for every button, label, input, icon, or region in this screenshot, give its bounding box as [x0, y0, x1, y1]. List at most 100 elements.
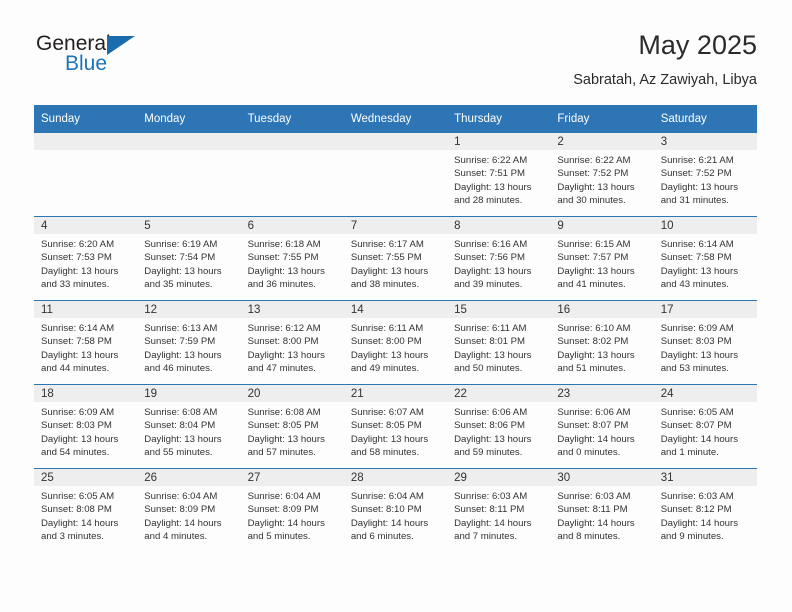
calendar-day-cell[interactable]: 8 Sunrise: 6:16 AM Sunset: 7:56 PM Daylight… — [447, 216, 551, 301]
calendar-day-cell[interactable]: 24 Sunrise: 6:05 AM Sunset: 8:07 PM Dayligh… — [653, 384, 757, 469]
calendar-day-cell[interactable]: 3 Sunrise: 6:21 AM Sunset: 7:52 PM Daylight… — [653, 133, 757, 217]
calendar-day-cell[interactable]: 22 Sunrise: 6:06 AM Sunset: 8:06 PM Dayligh… — [447, 384, 551, 469]
daylight-duration-line1: Daylight: 14 hours — [41, 517, 119, 529]
day-number: 28 — [343, 469, 448, 486]
brand-logo[interactable]: General Blue — [34, 32, 214, 88]
calendar-day-cell[interactable]: 9 Sunrise: 6:15 AM Sunset: 7:57 PM Daylight… — [550, 216, 654, 301]
daylight-duration-line1: Daylight: 14 hours — [454, 517, 532, 529]
sunrise-time: Sunrise: 6:21 AM — [660, 155, 734, 166]
calendar-day-cell[interactable]: 25 Sunrise: 6:05 AM Sunset: 8:08 PM Dayligh… — [34, 468, 138, 552]
daylight-duration-line1: Daylight: 13 hours — [144, 265, 222, 277]
calendar-day-cell[interactable]: 29 Sunrise: 6:03 AM Sunset: 8:11 PM Dayligh… — [447, 468, 551, 552]
day-number: 11 — [34, 301, 138, 318]
calendar-day-cell[interactable]: 4 Sunrise: 6:20 AM Sunset: 7:53 PM Daylight… — [34, 216, 138, 301]
daylight-duration-line1: Daylight: 13 hours — [144, 433, 222, 445]
daylight-duration-line1: Daylight: 14 hours — [557, 433, 635, 445]
sunset-time: Sunset: 8:06 PM — [454, 420, 526, 432]
day-details: Sunrise: 6:05 AM Sunset: 8:07 PM Daylight:… — [654, 402, 757, 460]
day-details: Sunrise: 6:03 AM Sunset: 8:12 PM Daylight:… — [654, 486, 757, 544]
day-details: Sunrise: 6:06 AM Sunset: 8:06 PM Daylight:… — [447, 402, 550, 460]
sunset-time: Sunset: 8:11 PM — [557, 504, 628, 516]
day-number: 4 — [34, 217, 138, 234]
daylight-duration-line2: and 53 minutes. — [660, 363, 729, 375]
day-details: Sunrise: 6:08 AM Sunset: 8:04 PM Daylight:… — [137, 402, 240, 460]
daylight-duration-line1: Daylight: 14 hours — [557, 517, 635, 529]
day-number: 29 — [447, 469, 551, 486]
calendar-day-cell[interactable]: 6 Sunrise: 6:18 AM Sunset: 7:55 PM Daylight… — [240, 216, 344, 301]
calendar-day-cell[interactable]: 16 Sunrise: 6:10 AM Sunset: 8:02 PM Dayligh… — [550, 300, 654, 385]
daylight-duration-line1: Daylight: 13 hours — [41, 265, 119, 277]
daylight-duration-line1: Daylight: 13 hours — [41, 349, 119, 361]
calendar-day-cell[interactable]: 21 Sunrise: 6:07 AM Sunset: 8:05 PM Dayligh… — [343, 384, 448, 469]
daylight-duration-line1: Daylight: 13 hours — [660, 181, 739, 193]
daylight-duration-line2: and 39 minutes. — [454, 279, 523, 291]
calendar-day-cell[interactable]: 28 Sunrise: 6:04 AM Sunset: 8:10 PM Dayligh… — [343, 468, 448, 552]
daylight-duration-line1: Daylight: 14 hours — [350, 517, 429, 529]
weekday-header-saturday: Saturday — [653, 105, 757, 133]
calendar-day-cell[interactable]: 23 Sunrise: 6:06 AM Sunset: 8:07 PM Dayligh… — [550, 384, 654, 469]
daylight-duration-line2: and 50 minutes. — [454, 363, 523, 375]
page-title: May 2025 — [638, 30, 757, 60]
calendar-day-cell[interactable]: 19 Sunrise: 6:08 AM Sunset: 8:04 PM Dayligh… — [137, 384, 241, 469]
day-details: Sunrise: 6:21 AM Sunset: 7:52 PM Daylight:… — [654, 150, 757, 208]
sunset-time: Sunset: 8:04 PM — [144, 420, 216, 432]
sunrise-time: Sunrise: 6:09 AM — [660, 323, 734, 334]
calendar-day-cell-empty — [240, 133, 344, 217]
day-details: Sunrise: 6:09 AM Sunset: 8:03 PM Daylight:… — [34, 402, 137, 460]
sunrise-time: Sunrise: 6:03 AM — [557, 491, 631, 502]
daylight-duration-line2: and 47 minutes. — [247, 363, 316, 375]
day-details: Sunrise: 6:16 AM Sunset: 7:56 PM Daylight:… — [447, 234, 550, 292]
daylight-duration-line2: and 7 minutes. — [454, 531, 518, 543]
calendar-day-cell[interactable]: 5 Sunrise: 6:19 AM Sunset: 7:54 PM Daylight… — [137, 216, 241, 301]
sunrise-time: Sunrise: 6:14 AM — [41, 323, 115, 334]
calendar-day-cell[interactable]: 30 Sunrise: 6:03 AM Sunset: 8:11 PM Dayligh… — [550, 468, 654, 552]
calendar-week-row: 25 Sunrise: 6:05 AM Sunset: 8:08 PM Dayligh… — [34, 468, 757, 552]
day-details: Sunrise: 6:20 AM Sunset: 7:53 PM Daylight:… — [34, 234, 137, 292]
calendar-day-cell[interactable]: 14 Sunrise: 6:11 AM Sunset: 8:00 PM Dayligh… — [343, 300, 448, 385]
day-number: 10 — [653, 217, 757, 234]
sunrise-time: Sunrise: 6:11 AM — [350, 323, 424, 334]
day-number — [343, 133, 448, 150]
day-number: 22 — [447, 385, 551, 402]
calendar-day-cell[interactable]: 20 Sunrise: 6:08 AM Sunset: 8:05 PM Dayligh… — [240, 384, 344, 469]
calendar-day-cell[interactable]: 15 Sunrise: 6:11 AM Sunset: 8:01 PM Dayligh… — [447, 300, 551, 385]
sunset-time: Sunset: 8:11 PM — [454, 504, 525, 516]
daylight-duration-line2: and 6 minutes. — [350, 531, 414, 543]
calendar-day-cell[interactable]: 7 Sunrise: 6:17 AM Sunset: 7:55 PM Daylight… — [343, 216, 448, 301]
day-number: 9 — [550, 217, 654, 234]
day-details: Sunrise: 6:08 AM Sunset: 8:05 PM Daylight:… — [241, 402, 344, 460]
calendar-day-cell[interactable]: 18 Sunrise: 6:09 AM Sunset: 8:03 PM Dayligh… — [34, 384, 138, 469]
daylight-duration-line1: Daylight: 13 hours — [41, 433, 119, 445]
calendar-day-cell[interactable]: 13 Sunrise: 6:12 AM Sunset: 8:00 PM Dayligh… — [240, 300, 344, 385]
calendar-day-cell[interactable]: 10 Sunrise: 6:14 AM Sunset: 7:58 PM Dayligh… — [653, 216, 757, 301]
daylight-duration-line2: and 49 minutes. — [350, 363, 420, 375]
sunset-time: Sunset: 8:07 PM — [660, 420, 732, 432]
day-number: 21 — [343, 385, 448, 402]
sunset-time: Sunset: 8:09 PM — [247, 504, 319, 516]
day-number: 17 — [653, 301, 757, 318]
sunrise-time: Sunrise: 6:10 AM — [557, 323, 631, 334]
sunrise-time: Sunrise: 6:22 AM — [557, 155, 631, 166]
sunset-time: Sunset: 7:51 PM — [454, 168, 526, 180]
daylight-duration-line1: Daylight: 13 hours — [557, 181, 635, 193]
calendar-day-cell[interactable]: 2 Sunrise: 6:22 AM Sunset: 7:52 PM Daylight… — [550, 133, 654, 217]
daylight-duration-line2: and 59 minutes. — [454, 447, 523, 459]
calendar-day-cell[interactable]: 12 Sunrise: 6:13 AM Sunset: 7:59 PM Dayligh… — [137, 300, 241, 385]
daylight-duration-line2: and 4 minutes. — [144, 531, 208, 543]
sunrise-time: Sunrise: 6:06 AM — [557, 407, 631, 418]
calendar-day-cell[interactable]: 17 Sunrise: 6:09 AM Sunset: 8:03 PM Dayligh… — [653, 300, 757, 385]
calendar-day-cell[interactable]: 27 Sunrise: 6:04 AM Sunset: 8:09 PM Dayligh… — [240, 468, 344, 552]
sunrise-time: Sunrise: 6:11 AM — [454, 323, 527, 334]
daylight-duration-line2: and 28 minutes. — [454, 195, 523, 207]
sunset-time: Sunset: 7:52 PM — [660, 168, 732, 180]
sunrise-time: Sunrise: 6:17 AM — [350, 239, 424, 250]
daylight-duration-line2: and 33 minutes. — [41, 279, 110, 291]
calendar-page: General Blue May 2025 Sabratah, Az Zawiy… — [0, 0, 792, 612]
calendar-day-cell[interactable]: 11 Sunrise: 6:14 AM Sunset: 7:58 PM Dayligh… — [34, 300, 138, 385]
day-details: Sunrise: 6:22 AM Sunset: 7:51 PM Daylight:… — [447, 150, 550, 208]
calendar-day-cell[interactable]: 1 Sunrise: 6:22 AM Sunset: 7:51 PM Daylight… — [447, 133, 551, 217]
day-number: 15 — [447, 301, 551, 318]
daylight-duration-line1: Daylight: 14 hours — [144, 517, 222, 529]
calendar-day-cell[interactable]: 31 Sunrise: 6:03 AM Sunset: 8:12 PM Dayligh… — [653, 468, 757, 552]
calendar-day-cell[interactable]: 26 Sunrise: 6:04 AM Sunset: 8:09 PM Dayligh… — [137, 468, 241, 552]
